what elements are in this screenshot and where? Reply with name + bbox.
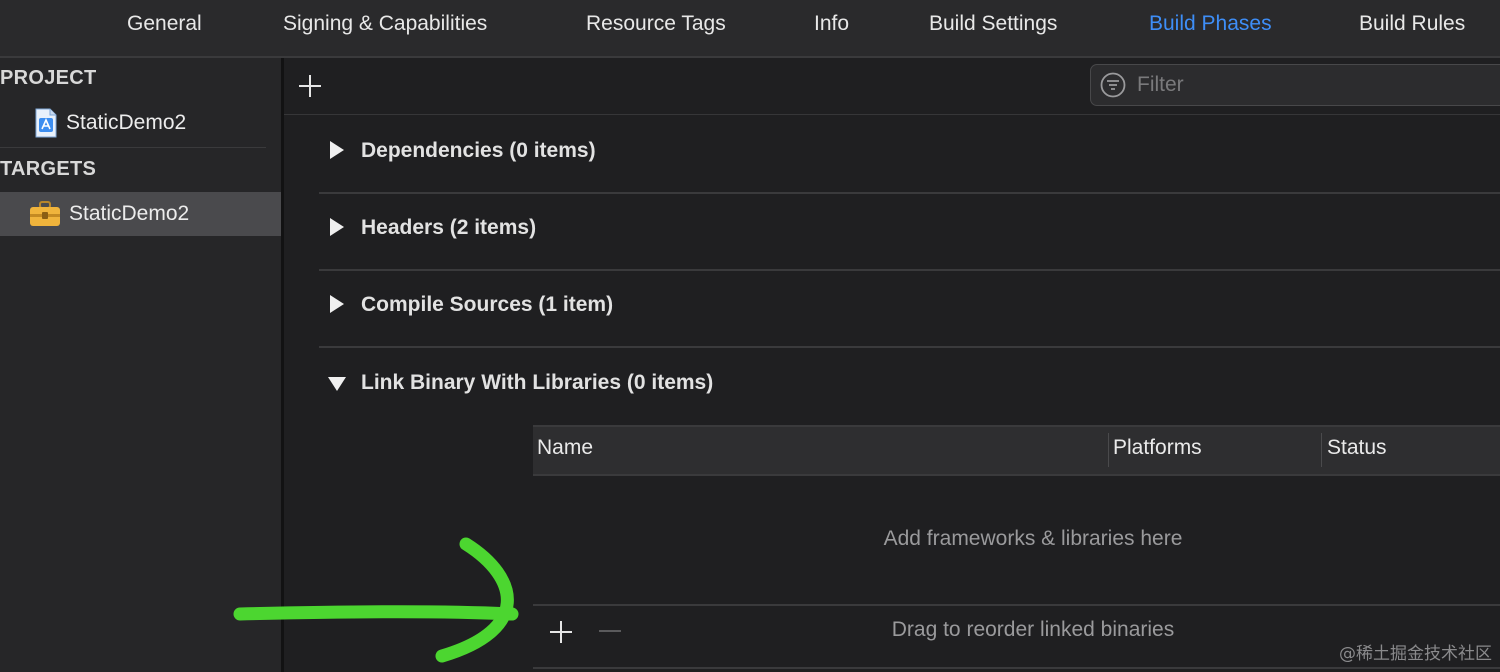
watermark: @稀土掘金技术社区 [1339, 644, 1492, 664]
tab-build-phases[interactable]: Build Phases [1149, 12, 1272, 36]
column-divider [1321, 433, 1322, 467]
build-phases-editor: Dependencies (0 items) Headers (2 items)… [284, 58, 1500, 672]
tab-resource-tags[interactable]: Resource Tags [586, 12, 726, 36]
tab-build-settings[interactable]: Build Settings [929, 12, 1057, 36]
libraries-table-header: Name Platforms Status [533, 425, 1500, 476]
tab-build-rules[interactable]: Build Rules [1359, 12, 1465, 36]
phase-link-binary-with-libraries[interactable]: Link Binary With Libraries (0 items) [319, 347, 1500, 424]
column-header-name[interactable]: Name [537, 436, 593, 460]
project-section-title: PROJECT [0, 67, 97, 89]
add-phase-plus-icon[interactable] [296, 72, 324, 100]
sidebar-item-target[interactable]: StaticDemo2 [0, 192, 281, 236]
column-header-platforms[interactable]: Platforms [1113, 436, 1202, 460]
libraries-empty-hint: Add frameworks & libraries here [883, 527, 1183, 550]
phase-title: Compile Sources (1 item) [361, 293, 614, 316]
disclosure-triangle-icon[interactable] [330, 141, 344, 159]
sidebar-item-label: StaticDemo2 [69, 202, 190, 225]
libraries-table: Name Platforms Status Add frameworks & l… [533, 425, 1500, 605]
tab-bar: General Signing & Capabilities Resource … [0, 0, 1500, 58]
phase-title: Headers (2 items) [361, 216, 537, 239]
filter-input[interactable] [1135, 72, 1499, 98]
toolbox-icon [30, 201, 60, 226]
disclosure-triangle-icon[interactable] [330, 218, 344, 236]
xcode-project-icon [35, 108, 57, 138]
sidebar-item-project[interactable]: StaticDemo2 [0, 101, 281, 145]
phase-title: Dependencies (0 items) [361, 139, 596, 162]
phase-title: Link Binary With Libraries (0 items) [361, 371, 714, 394]
tab-signing-capabilities[interactable]: Signing & Capabilities [283, 12, 487, 36]
phase-compile-sources[interactable]: Compile Sources (1 item) [319, 269, 1500, 348]
filter-field[interactable] [1090, 64, 1500, 106]
column-divider [1108, 433, 1109, 467]
sidebar: PROJECT StaticDemo2 TARGETS StaticDemo2 [0, 58, 284, 672]
tab-general[interactable]: General [127, 12, 202, 36]
sidebar-divider [0, 147, 266, 148]
disclosure-triangle-icon[interactable] [328, 377, 346, 391]
tab-info[interactable]: Info [814, 12, 849, 36]
column-header-status[interactable]: Status [1327, 436, 1387, 460]
phase-headers[interactable]: Headers (2 items) [319, 192, 1500, 271]
sidebar-item-label: StaticDemo2 [66, 111, 187, 134]
filter-icon [1100, 72, 1126, 98]
phase-dependencies[interactable]: Dependencies (0 items) [319, 115, 1500, 194]
disclosure-triangle-icon[interactable] [330, 295, 344, 313]
targets-section-title: TARGETS [0, 158, 97, 180]
